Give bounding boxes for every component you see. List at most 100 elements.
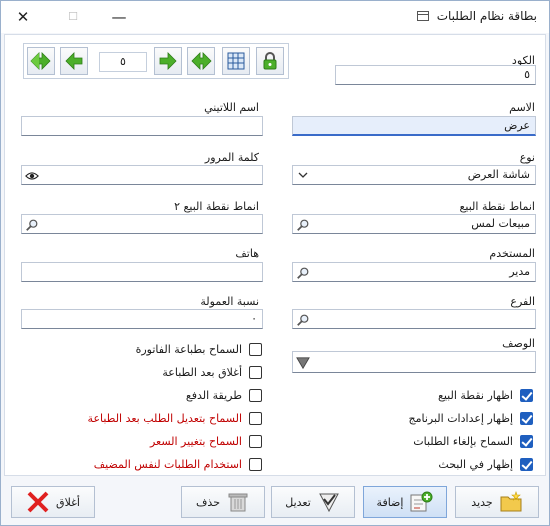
branch-label: الفرع <box>510 295 535 308</box>
trash-icon <box>228 493 248 512</box>
arrow-left-icon <box>65 52 83 70</box>
branch-input[interactable] <box>292 309 536 329</box>
close-window-button[interactable]: ✕ <box>13 7 33 27</box>
lock-button[interactable] <box>256 47 284 75</box>
description-input[interactable] <box>292 351 536 373</box>
phone-label: هاتف <box>235 247 259 260</box>
checkbox-label: السماح بطباعة الفاتورة <box>135 343 242 356</box>
checkbox-box[interactable] <box>520 458 533 471</box>
type-label: نوع <box>519 151 535 164</box>
checkbox-show-pos[interactable]: اظهار نقطة البيع <box>438 389 533 402</box>
close-x-icon <box>27 491 49 513</box>
window: بطاقة نظام الطلبات — ☐ ✕ ٥ الكود ٥ الاسم… <box>0 0 550 526</box>
commission-input[interactable]: ٠ <box>21 309 263 329</box>
edit-check-icon <box>318 493 339 513</box>
user-label: المستخدم <box>489 247 535 260</box>
checkbox-label: أغلاق بعد الطباعة <box>162 366 242 379</box>
search-icon[interactable] <box>295 217 311 232</box>
checkbox-label: السماح بإلغاء الطلبات <box>413 435 513 448</box>
chevron-down-icon <box>298 172 308 178</box>
delete-button-label: حذف <box>196 495 220 509</box>
checkbox-box[interactable] <box>249 389 262 402</box>
code-input[interactable]: ٥ <box>335 65 536 85</box>
eye-icon[interactable] <box>24 168 40 183</box>
add-button-label: إضافة <box>376 495 404 509</box>
pos-pattern-value: مبيعات لمس <box>471 217 530 230</box>
search-icon[interactable] <box>295 265 311 280</box>
latin-name-label: اسم اللاتيني <box>204 101 259 114</box>
checkbox-box[interactable] <box>249 435 262 448</box>
checkbox-box[interactable] <box>520 389 533 402</box>
latin-name-input[interactable] <box>21 116 263 136</box>
pos-pattern2-input[interactable] <box>21 214 263 234</box>
checkbox-show-settings[interactable]: إظهار إعدادات البرنامج <box>408 412 533 425</box>
new-button-label: جديد <box>471 495 493 509</box>
checkbox-allow-print[interactable]: السماح بطباعة الفاتورة <box>136 343 262 356</box>
checkbox-label: استخدام الطلبات لنفس المضيف <box>93 458 242 471</box>
new-button[interactable]: جديد <box>455 486 539 518</box>
type-select[interactable]: شاشة العرض <box>292 165 536 185</box>
checkbox-label: السماح بتغيير السعر <box>149 435 242 448</box>
checkbox-allow-price-change[interactable]: السماح بتغيير السعر <box>150 435 262 448</box>
checkbox-allow-edit-after-print[interactable]: السماح بتعديل الطلب بعد الطباعة <box>88 412 262 425</box>
checkbox-close-after-print[interactable]: أغلاق بعد الطباعة <box>162 366 262 379</box>
checkbox-label: اظهار نقطة البيع <box>438 389 513 402</box>
last-record-button[interactable] <box>27 47 55 75</box>
maximize-button[interactable]: ☐ <box>63 7 83 27</box>
checkbox-same-host-orders[interactable]: استخدام الطلبات لنفس المضيف <box>94 458 262 471</box>
phone-input[interactable] <box>21 262 263 282</box>
title-bar: بطاقة نظام الطلبات — ☐ ✕ <box>1 1 549 33</box>
checkbox-label: إظهار إعدادات البرنامج <box>408 412 514 425</box>
commission-label: نسبة العمولة <box>200 295 259 308</box>
new-folder-icon <box>500 491 522 512</box>
name-label: الاسم <box>509 101 535 114</box>
add-record-icon <box>410 491 433 512</box>
grid-view-button[interactable] <box>222 47 250 75</box>
checkbox-box[interactable] <box>249 412 262 425</box>
password-label: كلمة المرور <box>204 151 259 164</box>
search-icon[interactable] <box>24 217 40 232</box>
window-title: بطاقة نظام الطلبات <box>436 9 537 23</box>
checkbox-allow-cancel[interactable]: السماح بإلغاء الطلبات <box>413 435 533 448</box>
double-arrow-left-icon <box>30 52 51 70</box>
checkbox-label: السماح بتعديل الطلب بعد الطباعة <box>87 412 242 425</box>
checkbox-label: إظهار في البحث <box>438 458 513 471</box>
checkbox-payment-method[interactable]: طريقة الدفع <box>186 389 262 402</box>
grid-icon <box>227 52 245 70</box>
form-panel <box>4 34 546 476</box>
pos-pattern-input[interactable]: مبيعات لمس <box>292 214 536 234</box>
first-record-button[interactable] <box>187 47 215 75</box>
checkbox-label: طريقة الدفع <box>185 389 242 402</box>
close-button-label: أغلاق <box>56 495 80 509</box>
lock-icon <box>263 52 277 70</box>
next-record-button[interactable] <box>60 47 88 75</box>
delete-button[interactable]: حذف <box>181 486 265 518</box>
user-input[interactable]: مدير <box>292 262 536 282</box>
user-value: مدير <box>509 265 530 278</box>
filter-icon[interactable] <box>295 355 311 370</box>
checkbox-box[interactable] <box>520 412 533 425</box>
edit-button-label: تعديل <box>285 495 311 509</box>
arrow-right-icon <box>159 52 177 70</box>
record-number-field[interactable]: ٥ <box>99 52 147 72</box>
name-input[interactable]: عرض <box>292 116 536 136</box>
add-button[interactable]: إضافة <box>363 486 447 518</box>
window-app-icon <box>417 11 429 21</box>
previous-record-button[interactable] <box>154 47 182 75</box>
description-label: الوصف <box>502 337 535 350</box>
close-button[interactable]: أغلاق <box>11 486 95 518</box>
record-navigator: ٥ <box>23 43 289 79</box>
checkbox-box[interactable] <box>249 458 262 471</box>
minimize-button[interactable]: — <box>109 7 129 27</box>
checkbox-show-in-search[interactable]: إظهار في البحث <box>438 458 533 471</box>
password-input[interactable] <box>21 165 263 185</box>
checkbox-box[interactable] <box>249 343 262 356</box>
search-icon[interactable] <box>295 312 311 327</box>
checkbox-box[interactable] <box>249 366 262 379</box>
pos-pattern-label: انماط نقطة البيع <box>459 200 535 213</box>
type-select-value: شاشة العرض <box>467 168 530 181</box>
pos-pattern2-label: انماط نقطة البيع ٢ <box>174 200 259 213</box>
double-arrow-right-icon <box>191 52 212 70</box>
edit-button[interactable]: تعديل <box>271 486 355 518</box>
checkbox-box[interactable] <box>520 435 533 448</box>
